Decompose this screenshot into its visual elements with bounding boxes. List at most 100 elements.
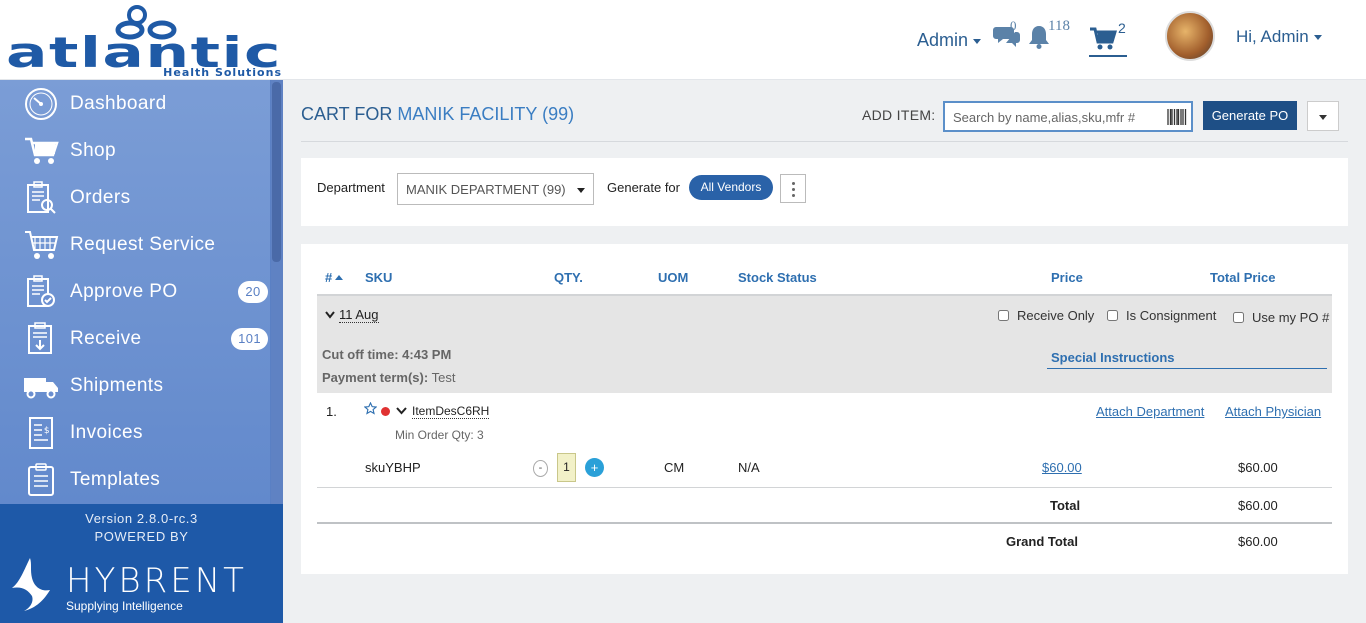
- generate-po-button[interactable]: Generate PO: [1203, 101, 1297, 130]
- is-consignment-label: Is Consignment: [1126, 308, 1217, 323]
- sidebar-scrollbar-thumb[interactable]: [272, 82, 281, 262]
- caret-down-icon: [577, 188, 585, 193]
- cutoff-label: Cut off time:: [322, 347, 399, 362]
- approve-po-count-badge: 20: [238, 281, 268, 303]
- row-divider: [317, 487, 1332, 488]
- column-header-price[interactable]: Price: [1051, 270, 1083, 285]
- star-icon[interactable]: [364, 402, 377, 415]
- avatar[interactable]: [1165, 11, 1215, 61]
- row-total-price: $60.00: [1238, 460, 1278, 475]
- use-my-po-checkbox[interactable]: Use my PO #: [1233, 310, 1329, 325]
- caret-down-icon: [973, 38, 982, 44]
- chat-count: 0: [1010, 18, 1017, 33]
- special-instructions-link[interactable]: Special Instructions: [1051, 350, 1175, 365]
- column-header-num[interactable]: #: [325, 270, 344, 285]
- more-options-icon[interactable]: [780, 174, 806, 203]
- approve-po-icon: [21, 274, 61, 310]
- column-header-sku[interactable]: SKU: [365, 270, 392, 285]
- column-header-stock[interactable]: Stock Status: [738, 270, 817, 285]
- receive-only-label: Receive Only: [1017, 308, 1095, 323]
- orders-icon: [21, 180, 61, 216]
- grand-total-label: Grand Total: [1006, 534, 1078, 549]
- dashboard-icon: [21, 86, 61, 122]
- column-header-qty[interactable]: QTY.: [554, 270, 583, 285]
- sidebar-item-label: Invoices: [70, 421, 143, 443]
- min-order-qty: Min Order Qty: 3: [395, 428, 484, 442]
- column-header-uom[interactable]: UOM: [658, 270, 688, 285]
- price-link[interactable]: $60.00: [1042, 460, 1082, 475]
- total-label: Total: [1050, 498, 1081, 513]
- admin-dropdown[interactable]: Admin: [917, 30, 982, 51]
- templates-icon: [21, 462, 61, 498]
- powered-by-text: POWERED BY: [94, 529, 189, 544]
- qty-increment-button[interactable]: +: [585, 458, 604, 477]
- cart-filters-panel: Department MANIK DEPARTMENT (99) Generat…: [301, 158, 1348, 226]
- sidebar: Dashboard Shop Orders Request Service Ap…: [0, 80, 283, 623]
- item-name[interactable]: ItemDesC6RH: [412, 404, 490, 419]
- sidebar-item-label: Approve PO: [70, 280, 178, 302]
- page-title-prefix: CART FOR: [301, 104, 393, 124]
- user-greeting: Hi, Admin: [1236, 27, 1309, 46]
- divider: [301, 141, 1348, 142]
- sidebar-footer: Version 2.8.0-rc.3 POWERED BY HYBRENT Su…: [0, 504, 283, 623]
- attach-department-link[interactable]: Attach Department: [1096, 404, 1204, 419]
- sidebar-item-label: Templates: [70, 468, 161, 490]
- sort-asc-icon: [335, 275, 344, 281]
- group-date[interactable]: 11 Aug: [339, 307, 379, 323]
- total-value: $60.00: [1238, 498, 1278, 513]
- generate-po-dropdown[interactable]: [1307, 101, 1339, 131]
- sidebar-item-label: Shipments: [70, 374, 164, 396]
- top-header: atlantic Health Solutions Admin 0 118 2 …: [0, 0, 1366, 80]
- logo-subtext: Health Solutions: [163, 66, 282, 78]
- sidebar-item-label: Receive: [70, 327, 142, 349]
- page-title: CART FOR MANIK FACILITY (99): [301, 104, 574, 125]
- sidebar-item-shop[interactable]: Shop: [0, 127, 270, 174]
- attach-physician-link[interactable]: Attach Physician: [1225, 404, 1321, 419]
- sidebar-item-label: Request Service: [70, 233, 216, 255]
- is-consignment-input[interactable]: [1107, 310, 1118, 321]
- atlantic-logo[interactable]: atlantic Health Solutions: [4, 4, 284, 79]
- sidebar-item-shipments[interactable]: Shipments: [0, 362, 270, 409]
- cart-table-panel: # SKU QTY. UOM Stock Status Price Total …: [301, 244, 1348, 574]
- invoice-icon: $: [21, 415, 61, 451]
- vendor-chip[interactable]: All Vendors: [689, 175, 773, 200]
- receive-icon: [21, 321, 61, 357]
- department-select[interactable]: MANIK DEPARTMENT (99): [397, 173, 594, 205]
- cart-icon: [21, 133, 61, 169]
- qty-input[interactable]: 1: [557, 453, 576, 482]
- cart-count: 2: [1118, 20, 1126, 36]
- payment-value: Test: [431, 370, 456, 385]
- sidebar-item-templates[interactable]: Templates: [0, 456, 270, 503]
- sidebar-item-orders[interactable]: Orders: [0, 174, 270, 221]
- use-my-po-input[interactable]: [1233, 312, 1244, 323]
- sidebar-item-approve-po[interactable]: Approve PO 20: [0, 268, 270, 315]
- cart-icon[interactable]: [1089, 27, 1117, 51]
- user-menu[interactable]: Hi, Admin: [1236, 27, 1322, 47]
- sidebar-item-receive[interactable]: Receive 101: [0, 315, 270, 362]
- column-header-num-label: #: [325, 270, 333, 285]
- chevron-down-icon[interactable]: [325, 310, 335, 320]
- admin-dropdown-label: Admin: [917, 30, 969, 50]
- chevron-down-icon[interactable]: [396, 406, 407, 416]
- stock-status-value: N/A: [738, 460, 760, 475]
- payment-label: Payment term(s):: [322, 370, 429, 385]
- column-header-total-price[interactable]: Total Price: [1210, 270, 1276, 285]
- svg-text:$: $: [44, 426, 50, 436]
- receive-only-input[interactable]: [998, 310, 1009, 321]
- search-input[interactable]: [953, 107, 1158, 127]
- special-instructions-underline: [1047, 368, 1327, 369]
- status-dot: [381, 407, 390, 416]
- sidebar-item-request-service[interactable]: Request Service: [0, 221, 270, 268]
- notification-count: 118: [1048, 18, 1070, 34]
- chat-icon[interactable]: [993, 24, 1021, 48]
- is-consignment-checkbox[interactable]: Is Consignment: [1107, 308, 1216, 323]
- sidebar-item-dashboard[interactable]: Dashboard: [0, 80, 270, 127]
- caret-down-icon: [1313, 35, 1322, 41]
- qty-decrement-button[interactable]: -: [533, 460, 548, 477]
- add-item-search[interactable]: [943, 101, 1193, 132]
- receive-only-checkbox[interactable]: Receive Only: [998, 308, 1094, 323]
- sidebar-item-invoices[interactable]: $ Invoices: [0, 409, 270, 456]
- barcode-icon[interactable]: [1167, 108, 1187, 126]
- cutoff-time: Cut off time: 4:43 PM: [322, 347, 451, 362]
- cart-active-underline: [1089, 55, 1127, 57]
